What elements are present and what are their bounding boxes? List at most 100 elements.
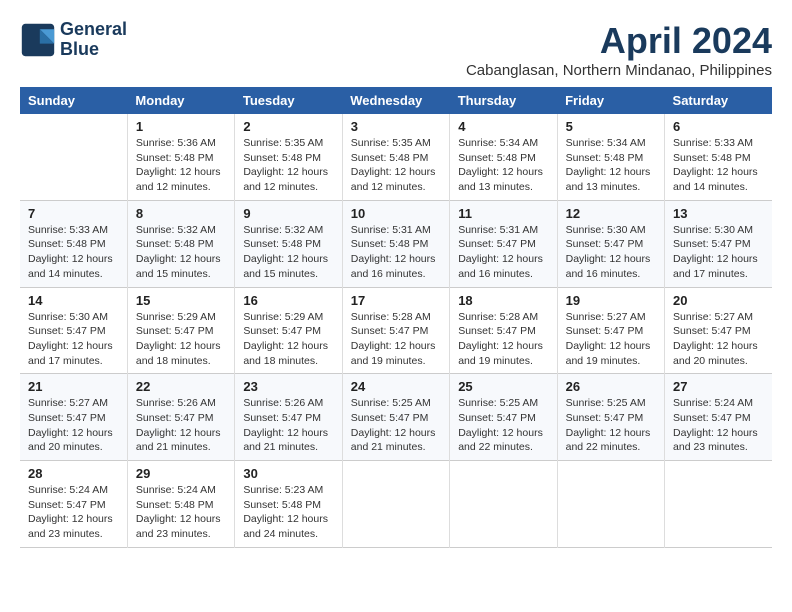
calendar-table: SundayMondayTuesdayWednesdayThursdayFrid… xyxy=(20,87,772,548)
calendar-cell: 22 Sunrise: 5:26 AM Sunset: 5:47 PM Dayli… xyxy=(127,374,234,461)
day-info: Sunrise: 5:24 AM Sunset: 5:48 PM Dayligh… xyxy=(136,483,226,542)
day-info: Sunrise: 5:24 AM Sunset: 5:47 PM Dayligh… xyxy=(28,483,119,542)
calendar-cell xyxy=(557,461,664,548)
calendar-cell xyxy=(20,114,127,200)
day-info: Sunrise: 5:35 AM Sunset: 5:48 PM Dayligh… xyxy=(351,136,441,195)
calendar-cell: 7Sunrise: 5:33 AM Sunset: 5:48 PM Daylig… xyxy=(20,200,127,287)
day-info: Sunrise: 5:26 AM Sunset: 5:47 PM Dayligh… xyxy=(243,396,333,455)
day-number: 7 xyxy=(28,206,119,221)
day-number: 10 xyxy=(351,206,441,221)
calendar-cell: 16 Sunrise: 5:29 AM Sunset: 5:47 PM Dayli… xyxy=(235,287,342,374)
header: General Blue April 2024 Cabanglasan, Nor… xyxy=(20,20,772,79)
calendar-cell: 24 Sunrise: 5:25 AM Sunset: 5:47 PM Dayli… xyxy=(342,374,449,461)
day-number: 24 xyxy=(351,379,441,394)
day-info: Sunrise: 5:28 AM Sunset: 5:47 PM Dayligh… xyxy=(351,310,441,369)
day-number: 6 xyxy=(673,119,764,134)
day-info: Sunrise: 5:26 AM Sunset: 5:47 PM Dayligh… xyxy=(136,396,226,455)
calendar-cell: 23Sunrise: 5:26 AM Sunset: 5:47 PM Dayli… xyxy=(235,374,342,461)
day-number: 20 xyxy=(673,293,764,308)
calendar-title: April 2024 xyxy=(466,20,772,62)
calendar-cell: 12 Sunrise: 5:30 AM Sunset: 5:47 PM Dayli… xyxy=(557,200,664,287)
day-number: 14 xyxy=(28,293,119,308)
calendar-cell: 19 Sunrise: 5:27 AM Sunset: 5:47 PM Dayli… xyxy=(557,287,664,374)
calendar-cell xyxy=(342,461,449,548)
day-number: 28 xyxy=(28,466,119,481)
col-header-wednesday: Wednesday xyxy=(342,87,449,114)
col-header-thursday: Thursday xyxy=(450,87,557,114)
day-info: Sunrise: 5:29 AM Sunset: 5:47 PM Dayligh… xyxy=(243,310,333,369)
calendar-cell: 1Sunrise: 5:36 AM Sunset: 5:48 PM Daylig… xyxy=(127,114,234,200)
day-info: Sunrise: 5:27 AM Sunset: 5:47 PM Dayligh… xyxy=(566,310,656,369)
calendar-cell: 11 Sunrise: 5:31 AM Sunset: 5:47 PM Dayli… xyxy=(450,200,557,287)
day-info: Sunrise: 5:30 AM Sunset: 5:47 PM Dayligh… xyxy=(28,310,119,369)
day-number: 25 xyxy=(458,379,548,394)
calendar-cell: 14 Sunrise: 5:30 AM Sunset: 5:47 PM Dayli… xyxy=(20,287,127,374)
day-number: 8 xyxy=(136,206,226,221)
day-number: 27 xyxy=(673,379,764,394)
col-header-sunday: Sunday xyxy=(20,87,127,114)
calendar-cell: 13 Sunrise: 5:30 AM Sunset: 5:47 PM Dayli… xyxy=(665,200,772,287)
calendar-cell: 8 Sunrise: 5:32 AM Sunset: 5:48 PM Daylig… xyxy=(127,200,234,287)
calendar-cell: 5 Sunrise: 5:34 AM Sunset: 5:48 PM Daylig… xyxy=(557,114,664,200)
day-number: 18 xyxy=(458,293,548,308)
title-block: April 2024 Cabanglasan, Northern Mindana… xyxy=(466,20,772,79)
week-row-3: 14 Sunrise: 5:30 AM Sunset: 5:47 PM Dayli… xyxy=(20,287,772,374)
day-number: 16 xyxy=(243,293,333,308)
col-header-tuesday: Tuesday xyxy=(235,87,342,114)
day-info: Sunrise: 5:32 AM Sunset: 5:48 PM Dayligh… xyxy=(243,223,333,282)
day-info: Sunrise: 5:34 AM Sunset: 5:48 PM Dayligh… xyxy=(458,136,548,195)
day-number: 13 xyxy=(673,206,764,221)
day-number: 3 xyxy=(351,119,441,134)
day-info: Sunrise: 5:30 AM Sunset: 5:47 PM Dayligh… xyxy=(566,223,656,282)
calendar-cell: 26Sunrise: 5:25 AM Sunset: 5:47 PM Dayli… xyxy=(557,374,664,461)
calendar-cell: 15 Sunrise: 5:29 AM Sunset: 5:47 PM Dayli… xyxy=(127,287,234,374)
calendar-cell: 29Sunrise: 5:24 AM Sunset: 5:48 PM Dayli… xyxy=(127,461,234,548)
day-number: 19 xyxy=(566,293,656,308)
day-number: 4 xyxy=(458,119,548,134)
logo-text: General Blue xyxy=(60,20,127,60)
calendar-cell: 30 Sunrise: 5:23 AM Sunset: 5:48 PM Dayli… xyxy=(235,461,342,548)
day-number: 12 xyxy=(566,206,656,221)
day-number: 9 xyxy=(243,206,333,221)
calendar-cell: 3 Sunrise: 5:35 AM Sunset: 5:48 PM Daylig… xyxy=(342,114,449,200)
calendar-cell: 28 Sunrise: 5:24 AM Sunset: 5:47 PM Dayli… xyxy=(20,461,127,548)
day-info: Sunrise: 5:34 AM Sunset: 5:48 PM Dayligh… xyxy=(566,136,656,195)
week-row-1: 1Sunrise: 5:36 AM Sunset: 5:48 PM Daylig… xyxy=(20,114,772,200)
day-info: Sunrise: 5:31 AM Sunset: 5:47 PM Dayligh… xyxy=(458,223,548,282)
day-info: Sunrise: 5:32 AM Sunset: 5:48 PM Dayligh… xyxy=(136,223,226,282)
week-row-2: 7Sunrise: 5:33 AM Sunset: 5:48 PM Daylig… xyxy=(20,200,772,287)
day-info: Sunrise: 5:24 AM Sunset: 5:47 PM Dayligh… xyxy=(673,396,764,455)
day-number: 22 xyxy=(136,379,226,394)
day-info: Sunrise: 5:27 AM Sunset: 5:47 PM Dayligh… xyxy=(28,396,119,455)
day-number: 17 xyxy=(351,293,441,308)
day-number: 2 xyxy=(243,119,333,134)
day-number: 11 xyxy=(458,206,548,221)
calendar-cell: 17 Sunrise: 5:28 AM Sunset: 5:47 PM Dayli… xyxy=(342,287,449,374)
week-row-4: 21 Sunrise: 5:27 AM Sunset: 5:47 PM Dayli… xyxy=(20,374,772,461)
week-row-5: 28 Sunrise: 5:24 AM Sunset: 5:47 PM Dayli… xyxy=(20,461,772,548)
day-info: Sunrise: 5:23 AM Sunset: 5:48 PM Dayligh… xyxy=(243,483,333,542)
calendar-cell: 18 Sunrise: 5:28 AM Sunset: 5:47 PM Dayli… xyxy=(450,287,557,374)
day-number: 15 xyxy=(136,293,226,308)
calendar-cell xyxy=(665,461,772,548)
logo: General Blue xyxy=(20,20,127,60)
day-number: 5 xyxy=(566,119,656,134)
calendar-cell xyxy=(450,461,557,548)
calendar-cell: 21 Sunrise: 5:27 AM Sunset: 5:47 PM Dayli… xyxy=(20,374,127,461)
day-info: Sunrise: 5:29 AM Sunset: 5:47 PM Dayligh… xyxy=(136,310,226,369)
calendar-cell: 9 Sunrise: 5:32 AM Sunset: 5:48 PM Daylig… xyxy=(235,200,342,287)
day-info: Sunrise: 5:25 AM Sunset: 5:47 PM Dayligh… xyxy=(351,396,441,455)
day-info: Sunrise: 5:30 AM Sunset: 5:47 PM Dayligh… xyxy=(673,223,764,282)
day-info: Sunrise: 5:31 AM Sunset: 5:48 PM Dayligh… xyxy=(351,223,441,282)
calendar-cell: 27 Sunrise: 5:24 AM Sunset: 5:47 PM Dayli… xyxy=(665,374,772,461)
day-info: Sunrise: 5:25 AM Sunset: 5:47 PM Dayligh… xyxy=(566,396,656,455)
day-number: 30 xyxy=(243,466,333,481)
day-info: Sunrise: 5:36 AM Sunset: 5:48 PM Dayligh… xyxy=(136,136,226,195)
col-header-friday: Friday xyxy=(557,87,664,114)
day-info: Sunrise: 5:28 AM Sunset: 5:47 PM Dayligh… xyxy=(458,310,548,369)
general-blue-icon xyxy=(20,22,56,58)
col-header-saturday: Saturday xyxy=(665,87,772,114)
day-info: Sunrise: 5:35 AM Sunset: 5:48 PM Dayligh… xyxy=(243,136,333,195)
calendar-cell: 2 Sunrise: 5:35 AM Sunset: 5:48 PM Daylig… xyxy=(235,114,342,200)
day-number: 21 xyxy=(28,379,119,394)
